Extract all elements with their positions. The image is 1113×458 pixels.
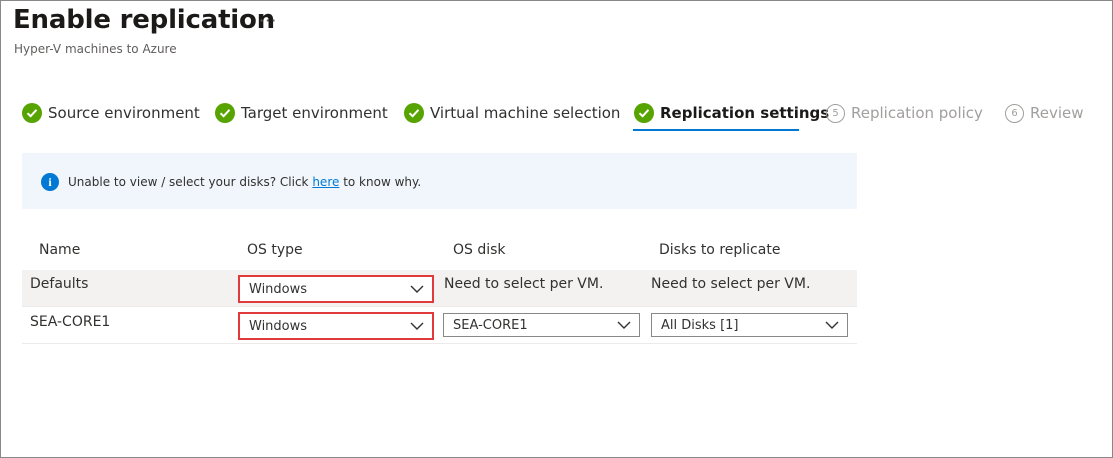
os-type-value: Windows [249, 318, 308, 334]
step-replication-policy[interactable]: 5 Replication policy [826, 100, 983, 126]
step-number-5-icon: 5 [826, 103, 845, 123]
page-title: Enable replication [13, 5, 275, 35]
disks-to-replicate-text: Need to select per VM. [651, 276, 811, 292]
more-options-icon[interactable]: ··· [259, 11, 277, 30]
info-message: Unable to view / select your disks? Clic… [68, 175, 421, 189]
row-name: SEA-CORE1 [30, 314, 111, 330]
info-text-suffix: to know why. [339, 175, 422, 189]
step-label: Review [1030, 104, 1084, 122]
step-virtual-machine-selection[interactable]: Virtual machine selection [404, 100, 620, 126]
info-icon: i [41, 173, 59, 191]
column-header-name[interactable]: Name [39, 242, 80, 258]
os-disk-dropdown[interactable]: SEA-CORE1 [443, 313, 640, 337]
os-type-value: Windows [249, 281, 308, 297]
info-banner: i Unable to view / select your disks? Cl… [22, 153, 857, 209]
chevron-down-icon [410, 285, 424, 293]
disks-to-replicate-value: All Disks [1] [661, 317, 739, 333]
step-replication-settings[interactable]: Replication settings [634, 100, 829, 126]
table-row-sea-core1: SEA-CORE1 Windows SEA-CORE1 All Disks [1… [22, 307, 857, 344]
step-label: Virtual machine selection [430, 104, 621, 122]
chevron-down-icon [410, 322, 424, 330]
column-header-os-type[interactable]: OS type [247, 242, 303, 258]
step-source-environment[interactable]: Source environment [22, 100, 200, 126]
step-label: Replication settings [660, 104, 830, 122]
os-type-dropdown[interactable]: Windows [238, 275, 434, 303]
checkmark-icon [404, 103, 424, 123]
step-review[interactable]: 6 Review [1005, 100, 1084, 126]
step-target-environment[interactable]: Target environment [215, 100, 388, 126]
os-type-dropdown[interactable]: Windows [238, 312, 434, 340]
checkmark-icon [215, 103, 235, 123]
os-disk-text: Need to select per VM. [444, 276, 604, 292]
step-label: Source environment [48, 104, 200, 122]
info-help-link[interactable]: here [312, 175, 339, 189]
page-subtitle: Hyper-V machines to Azure [14, 42, 177, 56]
disks-to-replicate-dropdown[interactable]: All Disks [1] [651, 313, 848, 337]
row-name: Defaults [30, 276, 89, 292]
os-disk-value: SEA-CORE1 [453, 317, 528, 333]
table-row-defaults: Defaults Windows Need to select per VM. … [22, 270, 857, 307]
step-number-6-icon: 6 [1005, 103, 1024, 123]
blade: Enable replication ··· Hyper-V machines … [0, 0, 1113, 458]
checkmark-icon [634, 103, 654, 123]
column-header-disks-to-replicate[interactable]: Disks to replicate [659, 242, 780, 258]
chevron-down-icon [617, 321, 631, 329]
step-label: Target environment [241, 104, 388, 122]
step-label: Replication policy [851, 104, 983, 122]
checkmark-icon [22, 103, 42, 123]
active-step-indicator [633, 129, 799, 131]
info-text-prefix: Unable to view / select your disks? Clic… [68, 175, 313, 189]
column-header-os-disk[interactable]: OS disk [453, 242, 506, 258]
chevron-down-icon [825, 321, 839, 329]
